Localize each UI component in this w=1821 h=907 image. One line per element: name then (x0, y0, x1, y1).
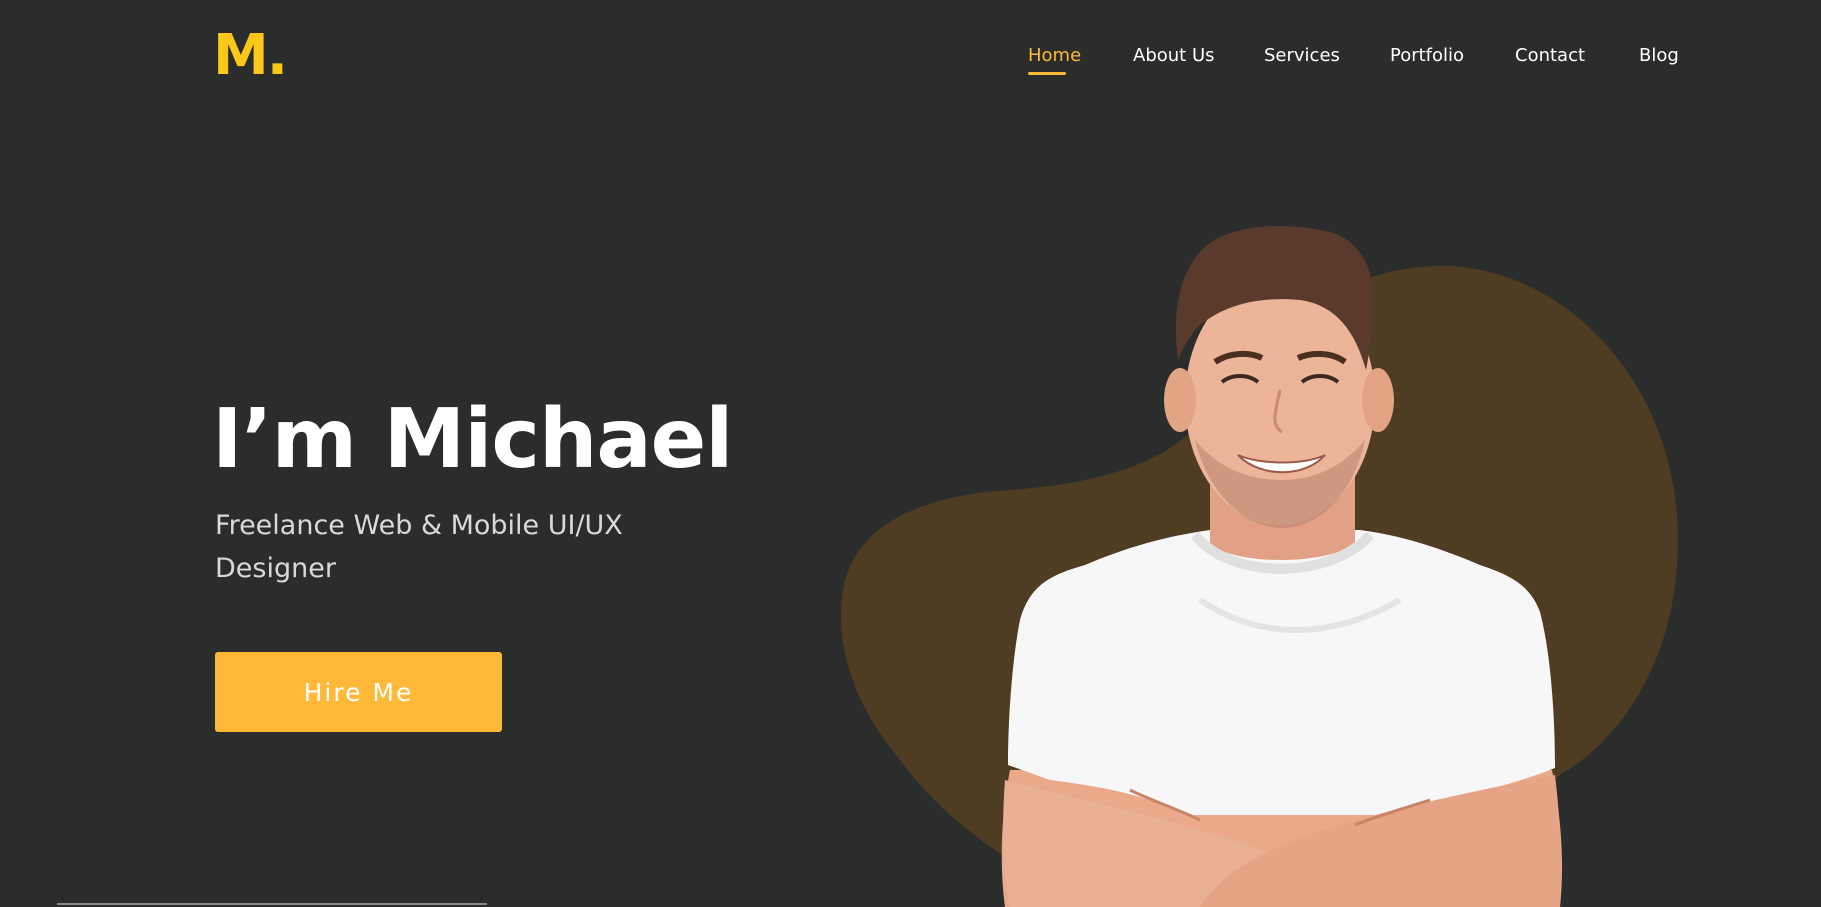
hire-me-button[interactable]: Hire Me (215, 652, 502, 732)
nav-item-about-us[interactable]: About Us (1133, 44, 1215, 68)
nav-item-contact[interactable]: Contact (1515, 44, 1585, 68)
hero-subtitle: Freelance Web & Mobile UI/UX Designer (215, 510, 623, 584)
active-indicator (1028, 72, 1066, 75)
nav-item-label: About Us (1133, 45, 1215, 66)
nav-item-label: Services (1264, 45, 1340, 66)
nav-item-label: Blog (1639, 45, 1679, 66)
nav-item-label: Contact (1515, 45, 1586, 66)
logo[interactable]: M. (213, 28, 288, 84)
nav-item-services[interactable]: Services (1264, 44, 1340, 68)
divider (57, 903, 487, 905)
hero-title: I’m Michael (212, 392, 733, 487)
nav-item-portfolio[interactable]: Portfolio (1390, 44, 1464, 68)
nav-item-blog[interactable]: Blog (1639, 44, 1679, 68)
nav-item-label: Portfolio (1390, 45, 1465, 66)
landing-page: M. Home About Us Services Portfolio Cont… (0, 0, 1821, 907)
nav-item-label: Home (1028, 45, 1082, 66)
nav-item-home[interactable]: Home (1028, 44, 1082, 75)
